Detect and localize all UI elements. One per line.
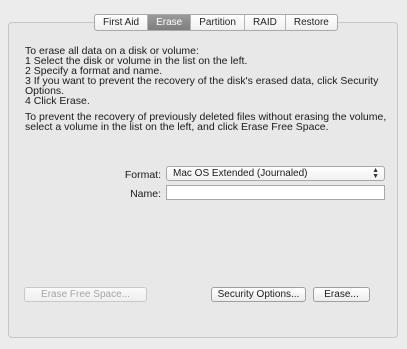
erase-button[interactable]: Erase... bbox=[313, 287, 370, 302]
tab-raid[interactable]: RAID bbox=[245, 15, 286, 30]
chevron-up-down-icon: ▲ ▼ bbox=[372, 167, 379, 180]
erase-free-space-button[interactable]: Erase Free Space... bbox=[24, 287, 147, 302]
tab-erase[interactable]: Erase bbox=[148, 15, 192, 30]
security-options-button[interactable]: Security Options... bbox=[211, 287, 306, 302]
name-field[interactable] bbox=[166, 185, 385, 200]
instruction-line: 4 Click Erase. bbox=[25, 95, 90, 107]
tab-bar: First Aid Erase Partition RAID Restore bbox=[94, 14, 338, 31]
free-space-instructions: To prevent the recovery of previously de… bbox=[25, 111, 387, 133]
tab-first-aid[interactable]: First Aid bbox=[95, 15, 149, 30]
tab-restore[interactable]: Restore bbox=[286, 15, 337, 30]
format-select[interactable]: Mac OS Extended (Journaled) ▲ ▼ bbox=[166, 166, 385, 181]
name-label: Name: bbox=[130, 188, 161, 200]
tab-partition[interactable]: Partition bbox=[191, 15, 245, 30]
erase-instructions: To erase all data on a disk or volume: 1… bbox=[25, 46, 390, 107]
instruction-line: 3 If you want to prevent the recovery of… bbox=[25, 75, 379, 97]
format-value: Mac OS Extended (Journaled) bbox=[173, 168, 308, 179]
format-label: Format: bbox=[124, 169, 161, 181]
